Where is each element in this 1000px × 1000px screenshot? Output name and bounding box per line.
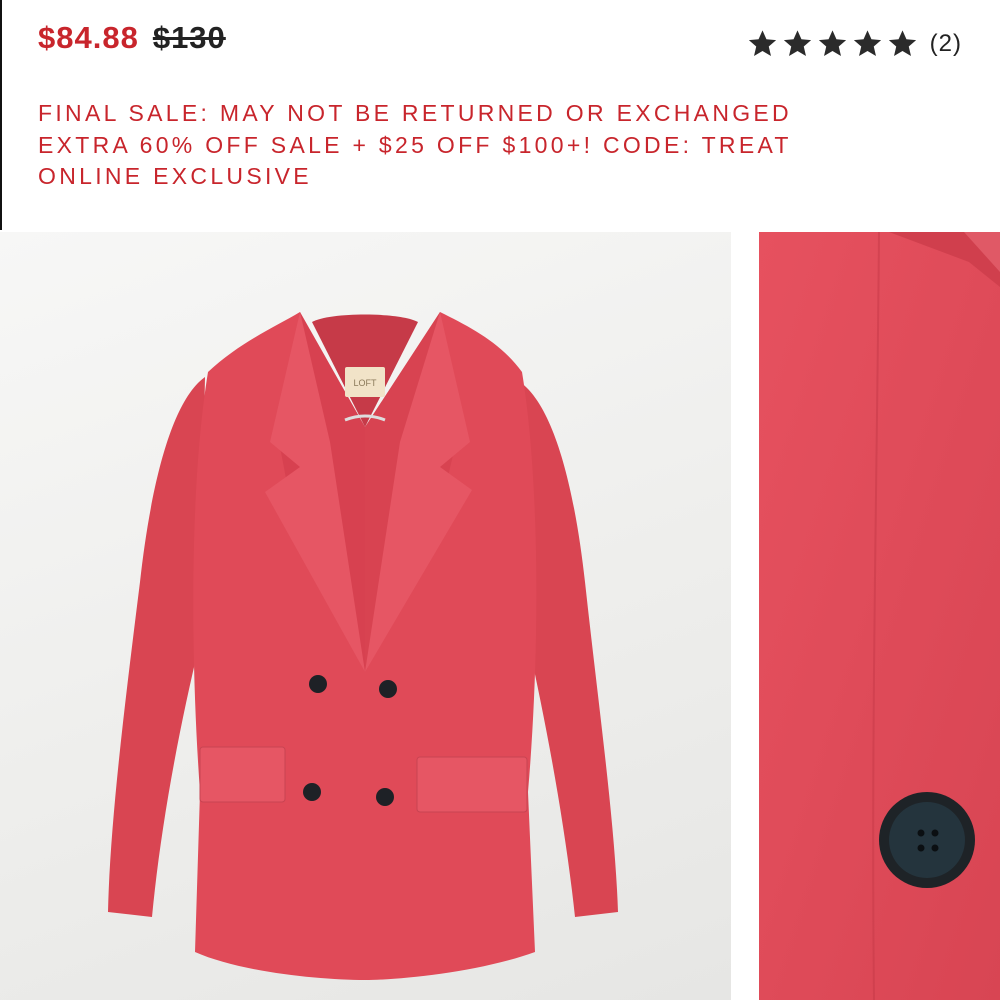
online-exclusive-badge: ONLINE EXCLUSIVE	[38, 163, 312, 189]
blazer-illustration: LOFT	[108, 312, 618, 980]
fabric-closeup	[759, 232, 1000, 1000]
final-sale-notice: FINAL SALE: MAY NOT BE RETURNED OR EXCHA…	[38, 100, 792, 126]
product-main-image[interactable]: LOFT	[0, 232, 731, 1000]
star-icon	[817, 28, 848, 59]
star-icon	[747, 28, 778, 59]
left-border	[0, 0, 2, 230]
star-icon	[887, 28, 918, 59]
review-count-link[interactable]: (2)	[930, 30, 962, 58]
brand-label: LOFT	[353, 378, 377, 388]
star-rating	[747, 28, 922, 59]
star-icon	[782, 28, 813, 59]
price-row: $84.88 $130	[38, 20, 226, 64]
product-detail-image[interactable]	[759, 232, 1000, 1000]
star-icon	[852, 28, 883, 59]
rating[interactable]: (2)	[747, 28, 962, 59]
original-price: $130	[152, 20, 226, 55]
promo-messages: FINAL SALE: MAY NOT BE RETURNED OR EXCHA…	[38, 98, 968, 193]
sale-price: $84.88	[38, 20, 139, 55]
promo-code-message: EXTRA 60% OFF SALE + $25 OFF $100+! CODE…	[38, 131, 792, 158]
